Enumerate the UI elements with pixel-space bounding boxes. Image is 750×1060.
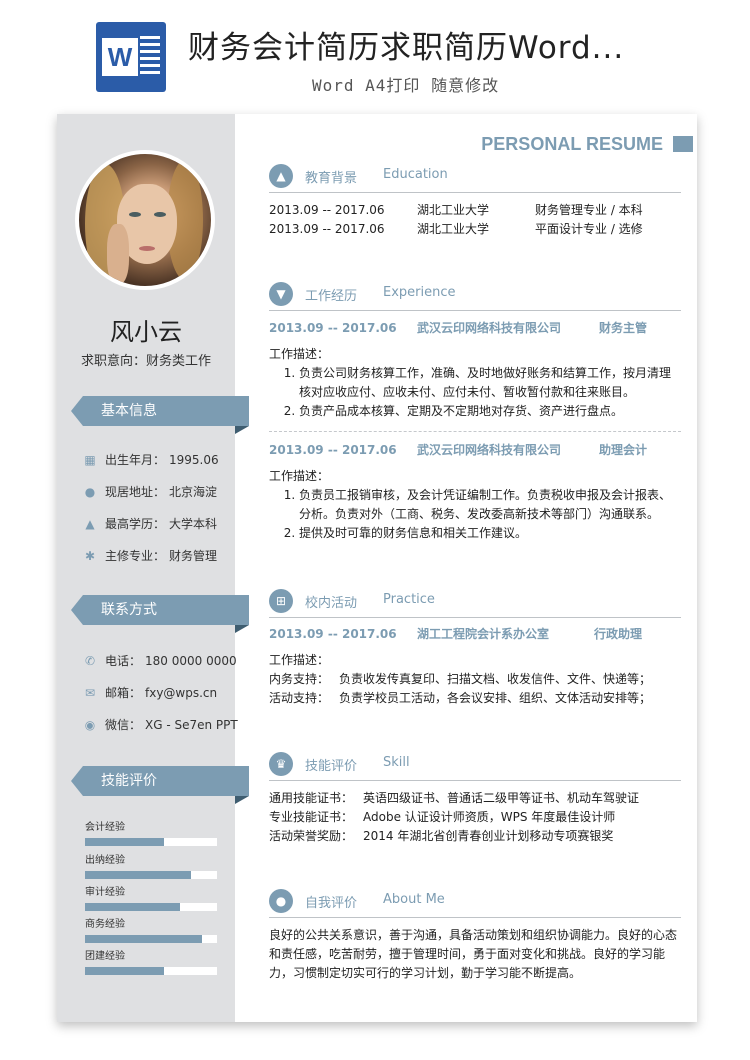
- candidate-name: 风小云: [110, 318, 182, 346]
- location-icon: ●: [84, 485, 96, 499]
- job-duty-item: 负责员工报销审核，及会计凭证编制工作。负责税收申报及会计报表、分析。负责对外（工…: [299, 486, 681, 524]
- practice-header: 2013.09 -- 2017.06 湖工工程院会计系办公室 行政助理: [269, 627, 643, 641]
- phone-icon: ✆: [84, 654, 96, 668]
- job-description: 工作描述： 负责员工报销审核，及会计凭证编制工作。负责税收申报及会计报表、分析。…: [269, 467, 681, 543]
- document-header: W 财务会计简历求职简历Word... Word A4打印 随意修改: [0, 0, 750, 110]
- graduation-cap-icon: ▲: [269, 164, 293, 188]
- resume-page: 风小云 求职意向：财务类工作 基本信息 ▦ 出生年月： 1995.06 ● 现居地址：…: [57, 114, 697, 1022]
- info-row-education: ▲ 最高学历： 大学本科: [83, 515, 217, 533]
- practice-section-heading: ⊞ 校内活动 Practice: [269, 587, 681, 618]
- contact-row-phone: ✆ 电话： 180 0000 0000: [84, 654, 237, 668]
- skill-bar-teambuilding: 团建经验: [85, 950, 217, 975]
- windows-icon: ⊞: [269, 589, 293, 613]
- title-accent-block: [673, 136, 693, 152]
- certificate-item: 活动荣誉奖励： 2014 年湖北省创青春创业计划移动专项赛银奖: [269, 829, 614, 843]
- job-header: 2013.09 -- 2017.06 武汉云印网络科技有限公司 财务主管: [269, 321, 648, 335]
- job-objective: 求职意向：财务类工作: [80, 354, 211, 369]
- job-duty-item: 负责公司财务核算工作，准确、及时地做好账务和结算工作，按月清理核对应收应付、应收…: [299, 364, 681, 402]
- calendar-icon: ▦: [84, 453, 96, 467]
- info-row-address: ● 现居地址： 北京海淀: [84, 485, 218, 499]
- trophy-icon: ♛: [269, 752, 293, 776]
- skill-bar-audit: 审计经验: [85, 886, 217, 911]
- avatar: [75, 150, 215, 290]
- job-duty-item: 提供及时可靠的财务信息和相关工作建议。: [299, 524, 681, 543]
- certificate-item: 通用技能证书： 英语四级证书、普通话二级甲等证书、机动车驾驶证: [269, 791, 640, 805]
- info-row-major: ✱ 主修专业： 财务管理: [84, 549, 218, 563]
- person-icon: ●: [269, 889, 293, 913]
- word-logo-letter: W: [102, 38, 138, 76]
- job-header: 2013.09 -- 2017.06 武汉云印网络科技有限公司 助理会计: [269, 443, 648, 457]
- document-title: 财务会计简历求职简历Word...: [188, 30, 625, 66]
- about-me-text: 良好的公共关系意识，善于沟通，具备活动策划和组织协调能力。良好的心态和责任感，吃…: [269, 928, 678, 980]
- certificate-item: 专业技能证书： Adobe 认证设计师资质，WPS 年度最佳设计师: [269, 810, 616, 824]
- practice-item: 活动支持： 负责学校员工活动，各会议安排、组织、文体活动安排等；: [269, 691, 652, 705]
- info-row-birth: ▦ 出生年月： 1995.06: [84, 453, 219, 467]
- practice-description-label: 工作描述：: [269, 653, 330, 667]
- wechat-icon: ◉: [84, 718, 96, 732]
- skill-bar-business: 商务经验: [85, 918, 217, 943]
- personal-resume-title: PERSONAL RESUME: [481, 134, 663, 154]
- education-row: 2013.09 -- 2017.06 湖北工业大学 平面设计专业 / 选修: [269, 222, 643, 236]
- education-row: 2013.09 -- 2017.06 湖北工业大学 财务管理专业 / 本科: [269, 203, 643, 217]
- education-section-heading: ▲ 教育背景 Education: [269, 162, 681, 193]
- skill-bar-cashier: 出纳经验: [85, 854, 217, 879]
- graduation-cap-icon: ▲: [85, 517, 95, 531]
- sidebar: 风小云 求职意向：财务类工作 基本信息 ▦ 出生年月： 1995.06 ● 现居地址：…: [57, 114, 249, 1022]
- job-description: 工作描述： 负责公司财务核算工作，准确、及时地做好账务和结算工作，按月清理核对应…: [269, 345, 681, 421]
- basic-info-heading: 基本信息: [71, 396, 249, 426]
- contact-row-wechat: ◉ 微信： XG - Se7en PPT: [84, 718, 238, 732]
- word-logo-icon: W: [96, 22, 166, 92]
- skills-heading: 技能评价: [71, 766, 249, 796]
- contact-heading: 联系方式: [71, 595, 249, 625]
- gear-icon: ✱: [84, 549, 96, 563]
- experience-section-heading: ▼ 工作经历 Experience: [269, 280, 681, 311]
- practice-item: 内务支持： 负责收发传真复印、扫描文档、收发信件、文件、快递等；: [269, 672, 652, 686]
- main-content: PERSONAL RESUME ▲ 教育背景 Education 2013.09…: [235, 114, 697, 1022]
- word-logo-lines: [140, 36, 160, 78]
- contact-row-email: ✉ 邮箱： fxy@wps.cn: [84, 686, 218, 700]
- divider: [269, 431, 681, 432]
- document-subtitle: Word A4打印 随意修改: [312, 76, 500, 95]
- mail-icon: ✉: [84, 686, 96, 700]
- about-section-heading: ● 自我评价 About Me: [269, 887, 681, 918]
- tie-icon: ▼: [269, 282, 293, 306]
- skill-bar-accounting: 会计经验: [85, 821, 217, 846]
- job-duty-item: 负责产品成本核算、定期及不定期地对存货、资产进行盘点。: [299, 402, 681, 421]
- skill-section-heading: ♛ 技能评价 Skill: [269, 750, 681, 781]
